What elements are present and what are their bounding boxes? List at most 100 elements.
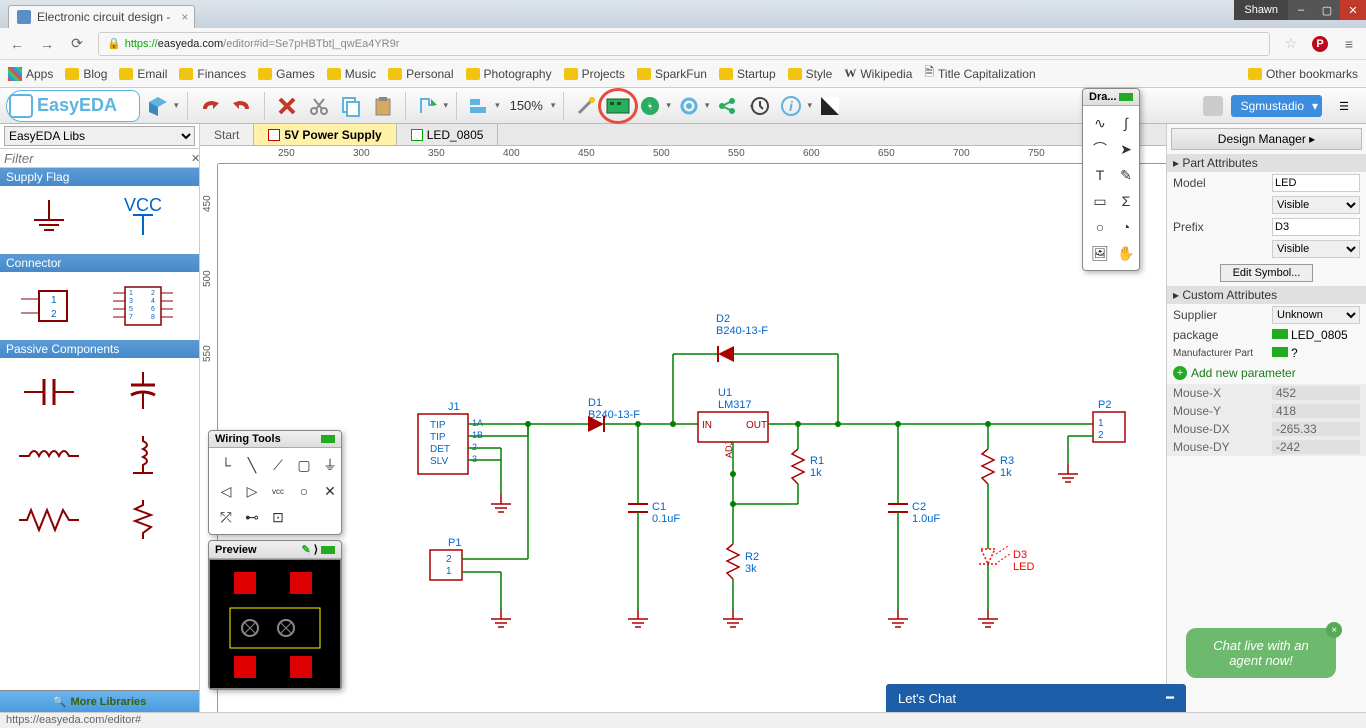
zoom-level[interactable]: 150% xyxy=(510,98,543,113)
filter-input[interactable] xyxy=(0,149,187,167)
section-supply[interactable]: Supply Flag xyxy=(0,168,199,186)
delete-button[interactable] xyxy=(273,92,301,120)
more-libraries-button[interactable]: 🔍 More Libraries xyxy=(0,690,199,712)
lib-gnd[interactable] xyxy=(6,192,92,248)
libs-dropdown[interactable]: EasyEDA Libs xyxy=(4,126,195,146)
preview-panel[interactable]: Preview✎⟩ xyxy=(208,540,342,690)
zoom-dropdown-icon[interactable]: ▾ xyxy=(551,100,556,111)
user-menu[interactable]: Sgmustadio xyxy=(1231,95,1322,117)
bookmark-email[interactable]: Email xyxy=(119,67,167,81)
wiring-tools-panel[interactable]: Wiring Tools └ ╲ ⟋ ▢ ⏚ ◁ ▷ vcc ○ ✕ ⤱ ⊷ ⊡ xyxy=(208,430,342,535)
bookmark-personal[interactable]: Personal xyxy=(388,67,453,81)
align-button[interactable] xyxy=(465,92,493,120)
copy-button[interactable] xyxy=(337,92,365,120)
easyeda-logo[interactable]: EasyEDA xyxy=(6,90,140,122)
lib-cap-pol[interactable] xyxy=(100,364,186,420)
bus-entry-icon[interactable]: ⟋ xyxy=(267,454,289,476)
lib-conn2[interactable]: 12 xyxy=(6,278,92,334)
drag-tool-icon[interactable]: ✋ xyxy=(1115,242,1137,264)
share-button[interactable] xyxy=(713,92,741,120)
lib-cap[interactable] xyxy=(6,364,92,420)
lib-vcc[interactable]: VCC xyxy=(100,192,186,248)
run-dropdown-icon[interactable]: ▾ xyxy=(666,100,671,111)
bookmark-finances[interactable]: Finances xyxy=(179,67,246,81)
mfr-value[interactable]: ? xyxy=(1291,346,1298,360)
tab-start[interactable]: Start xyxy=(200,124,254,145)
menu-icon[interactable]: ≡ xyxy=(1340,36,1358,52)
arrow-tool-icon[interactable]: ➤ xyxy=(1115,138,1137,160)
lib-resistor-v[interactable] xyxy=(100,492,186,548)
chat-min-icon[interactable]: ━ xyxy=(1166,690,1174,706)
line-tool-icon[interactable]: ∿ xyxy=(1089,112,1111,134)
windows-user[interactable]: Shawn xyxy=(1234,0,1288,20)
schematic-canvas[interactable]: J1 TIP1A TIP1B DET2 SLV3 D1B240-13-F xyxy=(218,164,1166,712)
paste-button[interactable] xyxy=(369,92,397,120)
bookmark-sparkfun[interactable]: SparkFun xyxy=(637,67,707,81)
info-button[interactable]: i xyxy=(777,92,805,120)
chat-bar[interactable]: Let's Chat ━ xyxy=(886,684,1186,712)
open-button[interactable] xyxy=(144,92,172,120)
bookmark-music[interactable]: Music xyxy=(327,67,376,81)
design-manager-button[interactable]: Design Manager ▸ xyxy=(1171,128,1362,150)
redo-button[interactable] xyxy=(228,92,256,120)
junction-icon[interactable]: ○ xyxy=(293,480,315,502)
net-label-icon[interactable]: ▢ xyxy=(293,454,315,476)
section-passive[interactable]: Passive Components xyxy=(0,340,199,358)
star-icon[interactable]: ☆ xyxy=(1282,35,1300,52)
minimize-icon[interactable]: – xyxy=(1288,0,1314,20)
section-connector[interactable]: Connector xyxy=(0,254,199,272)
pcb-button[interactable] xyxy=(604,92,632,120)
other-bookmarks[interactable]: Other bookmarks xyxy=(1248,67,1358,81)
rect-tool-icon[interactable]: ▭ xyxy=(1089,190,1111,212)
forward-icon[interactable]: → xyxy=(38,36,56,52)
bookmark-projects[interactable]: Projects xyxy=(564,67,625,81)
undo-button[interactable] xyxy=(196,92,224,120)
url-bar[interactable]: 🔒 https:// easyeda.com /editor#id=Se7pHB… xyxy=(98,32,1270,56)
prefix-visibility[interactable]: Visible xyxy=(1272,240,1360,258)
supplier-select[interactable]: Unknown xyxy=(1272,306,1360,324)
pencil-icon[interactable]: ✎ xyxy=(301,543,310,556)
run-button[interactable] xyxy=(636,92,664,120)
cut-button[interactable] xyxy=(305,92,333,120)
ellipse-icon[interactable]: ○ xyxy=(1089,216,1111,238)
reload-icon[interactable]: ⟳ xyxy=(68,35,86,52)
net-port-icon[interactable]: ◁ xyxy=(215,480,237,502)
lib-inductor[interactable] xyxy=(6,428,92,484)
bus-tool-icon[interactable]: ╲ xyxy=(241,454,263,476)
arc-tool-icon[interactable]: ⌒ xyxy=(1089,138,1111,160)
tab-led[interactable]: LED_0805 xyxy=(397,124,499,145)
align-dropdown-icon[interactable]: ▾ xyxy=(495,100,500,111)
probe-icon[interactable]: ⤱ xyxy=(215,506,237,528)
gnd-tool-icon[interactable]: ⏚ xyxy=(319,454,341,476)
net-flag-icon[interactable]: ▷ xyxy=(241,480,263,502)
bookmark-photography[interactable]: Photography xyxy=(466,67,552,81)
export-button[interactable] xyxy=(414,92,442,120)
no-connect-icon[interactable]: ✕ xyxy=(319,480,341,502)
link-icon[interactable]: ⟩ xyxy=(314,543,318,556)
package-value[interactable]: LED_0805 xyxy=(1291,328,1348,342)
settings-dropdown-icon[interactable]: ▾ xyxy=(705,100,710,111)
model-input[interactable] xyxy=(1272,174,1360,192)
lib-conn8[interactable]: 13572468 xyxy=(100,278,186,334)
settings-button[interactable] xyxy=(675,92,703,120)
wire-tool-icon[interactable]: └ xyxy=(215,454,237,476)
edit-symbol-button[interactable]: Edit Symbol... xyxy=(1220,264,1314,282)
clear-filter-icon[interactable]: ✕ xyxy=(187,152,204,165)
add-parameter-button[interactable]: +Add new parameter xyxy=(1167,362,1366,384)
bookmark-games[interactable]: Games xyxy=(258,67,315,81)
lib-resistor[interactable] xyxy=(6,492,92,548)
hamburger-icon[interactable]: ☰ xyxy=(1330,92,1358,120)
bookmark-blog[interactable]: Blog xyxy=(65,67,107,81)
prefix-input[interactable] xyxy=(1272,218,1360,236)
bookmark-wikipedia[interactable]: WWikipedia xyxy=(844,66,912,81)
chat-close-icon[interactable]: × xyxy=(1326,622,1342,638)
chat-bubble[interactable]: × Chat live with an agent now! xyxy=(1186,628,1336,678)
close-window-icon[interactable]: ✕ xyxy=(1340,0,1366,20)
drawing-tools-panel[interactable]: Dra... ∿ ∫ ⌒ ➤ T ✎ ▭ Σ ○ ◔ 🖼 ✋ xyxy=(1082,88,1140,271)
pin-tool-icon[interactable]: ⊷ xyxy=(241,506,263,528)
avatar-icon[interactable] xyxy=(1203,96,1223,116)
section-part-attributes[interactable]: ▸ Part Attributes xyxy=(1167,154,1366,172)
theme-button[interactable] xyxy=(816,92,844,120)
tab-power-supply[interactable]: 5V Power Supply xyxy=(254,124,396,145)
pinterest-icon[interactable]: P xyxy=(1312,36,1328,52)
